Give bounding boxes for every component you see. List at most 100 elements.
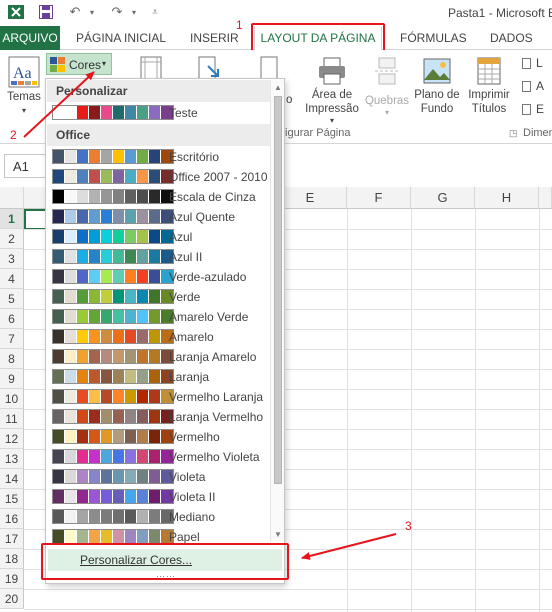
width-control[interactable]: L <box>522 56 552 72</box>
color-swatch <box>125 150 137 163</box>
color-swatch-strip <box>52 209 174 224</box>
theme-color-item[interactable]: Laranja Vermelho <box>47 407 271 427</box>
color-swatch <box>101 430 113 443</box>
color-swatch <box>125 350 137 363</box>
color-swatch <box>113 106 125 119</box>
theme-color-item[interactable]: Verde-azulado <box>47 267 271 287</box>
row-header[interactable]: 10 <box>0 389 24 409</box>
theme-color-item[interactable]: Laranja <box>47 367 271 387</box>
theme-color-item[interactable]: Amarelo Verde <box>47 307 271 327</box>
color-swatch <box>125 490 137 503</box>
row-header[interactable]: 8 <box>0 349 24 369</box>
theme-color-item[interactable]: Vermelho Laranja <box>47 387 271 407</box>
color-swatch <box>101 350 113 363</box>
theme-name: Violeta II <box>169 490 216 504</box>
row-header[interactable]: 17 <box>0 529 24 549</box>
color-swatch-strip <box>52 289 174 304</box>
row-header[interactable]: 3 <box>0 249 24 269</box>
background-button[interactable]: Plano de Fundo <box>412 56 462 116</box>
print-titles-icon <box>477 57 501 85</box>
theme-color-item[interactable]: Azul Quente <box>47 207 271 227</box>
tab-data[interactable]: DADOS <box>490 26 533 50</box>
color-swatch <box>149 310 161 323</box>
theme-color-item[interactable]: Amarelo <box>47 327 271 347</box>
column-header-f[interactable]: F <box>347 187 411 209</box>
theme-color-item[interactable]: Teste <box>47 103 271 123</box>
annotation-number-3: 3 <box>405 519 412 533</box>
row-header[interactable]: 7 <box>0 329 24 349</box>
column-header-g[interactable]: G <box>411 187 475 209</box>
theme-color-item[interactable]: Escala de Cinza <box>47 187 271 207</box>
themes-dropdown-icon: ▾ <box>21 106 26 115</box>
color-swatch <box>149 370 161 383</box>
themes-button[interactable]: Aa Temas ▾ <box>4 56 44 118</box>
redo-icon[interactable]: ↷ <box>108 3 126 21</box>
save-icon[interactable] <box>36 3 56 21</box>
color-swatch <box>149 470 161 483</box>
row-header[interactable]: 16 <box>0 509 24 529</box>
row-header[interactable]: 9 <box>0 369 24 389</box>
theme-color-item[interactable]: Azul II <box>47 247 271 267</box>
row-header[interactable]: 1 <box>0 209 24 229</box>
theme-color-item[interactable]: Laranja Amarelo <box>47 347 271 367</box>
tab-formulas[interactable]: FÓRMULAS <box>400 26 467 50</box>
print-area-button[interactable]: Área de Impressão ▾ <box>304 56 360 125</box>
row-header[interactable]: 12 <box>0 429 24 449</box>
print-titles-label-2: Títulos <box>471 103 507 115</box>
color-swatch <box>77 150 89 163</box>
theme-color-item[interactable]: Azul <box>47 227 271 247</box>
print-area-label-2: Impressão <box>305 103 359 115</box>
print-titles-button[interactable]: Imprimir Títulos <box>464 56 514 116</box>
color-swatch <box>101 510 113 523</box>
row-header[interactable]: 2 <box>0 229 24 249</box>
tab-home[interactable]: PÁGINA INICIAL <box>76 26 166 50</box>
row-header[interactable]: 14 <box>0 469 24 489</box>
undo-icon[interactable]: ↶ <box>66 3 84 21</box>
tab-file[interactable]: ARQUIVO <box>0 26 60 50</box>
color-swatch <box>65 430 77 443</box>
select-all-corner[interactable] <box>0 187 24 209</box>
scroll-up-icon[interactable]: ▲ <box>271 80 285 94</box>
row-header[interactable]: 6 <box>0 309 24 329</box>
theme-color-item[interactable]: Violeta II <box>47 487 271 507</box>
row-header[interactable]: 18 <box>0 549 24 569</box>
theme-color-item[interactable]: Vermelho <box>47 427 271 447</box>
row-header[interactable]: 15 <box>0 489 24 509</box>
scroll-down-icon[interactable]: ▼ <box>271 527 285 541</box>
color-swatch <box>65 490 77 503</box>
row-header[interactable]: 5 <box>0 289 24 309</box>
row-header[interactable]: 19 <box>0 569 24 589</box>
color-swatch <box>113 210 125 223</box>
print-titles-label-1: Imprimir <box>468 89 510 101</box>
color-swatch <box>149 430 161 443</box>
row-header[interactable]: 11 <box>0 409 24 429</box>
redo-dropdown-icon[interactable]: ▾ <box>128 3 140 21</box>
color-swatch-strip <box>52 105 174 120</box>
theme-color-item[interactable]: Mediano <box>47 507 271 527</box>
color-swatch <box>89 190 101 203</box>
page-setup-launcher-icon[interactable]: ◳ <box>509 128 518 139</box>
colors-button[interactable]: Cores ▾ <box>46 53 112 75</box>
color-swatch-strip <box>52 469 174 484</box>
scale-control[interactable]: E <box>522 102 552 118</box>
theme-color-item[interactable]: Verde <box>47 287 271 307</box>
dropdown-scrollbar[interactable]: ▲ ▼ <box>270 80 284 542</box>
theme-color-item[interactable]: Office 2007 - 2010 <box>47 167 271 187</box>
color-swatch-strip <box>52 529 174 544</box>
breaks-button[interactable]: Quebras ▾ <box>364 56 410 117</box>
column-header-h[interactable]: H <box>475 187 539 209</box>
undo-dropdown-icon[interactable]: ▾ <box>86 3 98 21</box>
customize-toolbar-icon[interactable]: ⩡ <box>148 3 162 21</box>
theme-color-item[interactable]: Escritório <box>47 147 271 167</box>
tab-insert[interactable]: INSERIR <box>190 26 239 50</box>
row-header[interactable]: 13 <box>0 449 24 469</box>
scale-icon <box>522 104 531 115</box>
color-swatch <box>125 270 137 283</box>
row-header[interactable]: 20 <box>0 589 24 609</box>
theme-color-item[interactable]: Vermelho Violeta <box>47 447 271 467</box>
color-swatch <box>53 350 65 363</box>
height-control[interactable]: A <box>522 79 552 95</box>
theme-color-item[interactable]: Violeta <box>47 467 271 487</box>
scroll-thumb[interactable] <box>274 96 282 484</box>
row-header[interactable]: 4 <box>0 269 24 289</box>
